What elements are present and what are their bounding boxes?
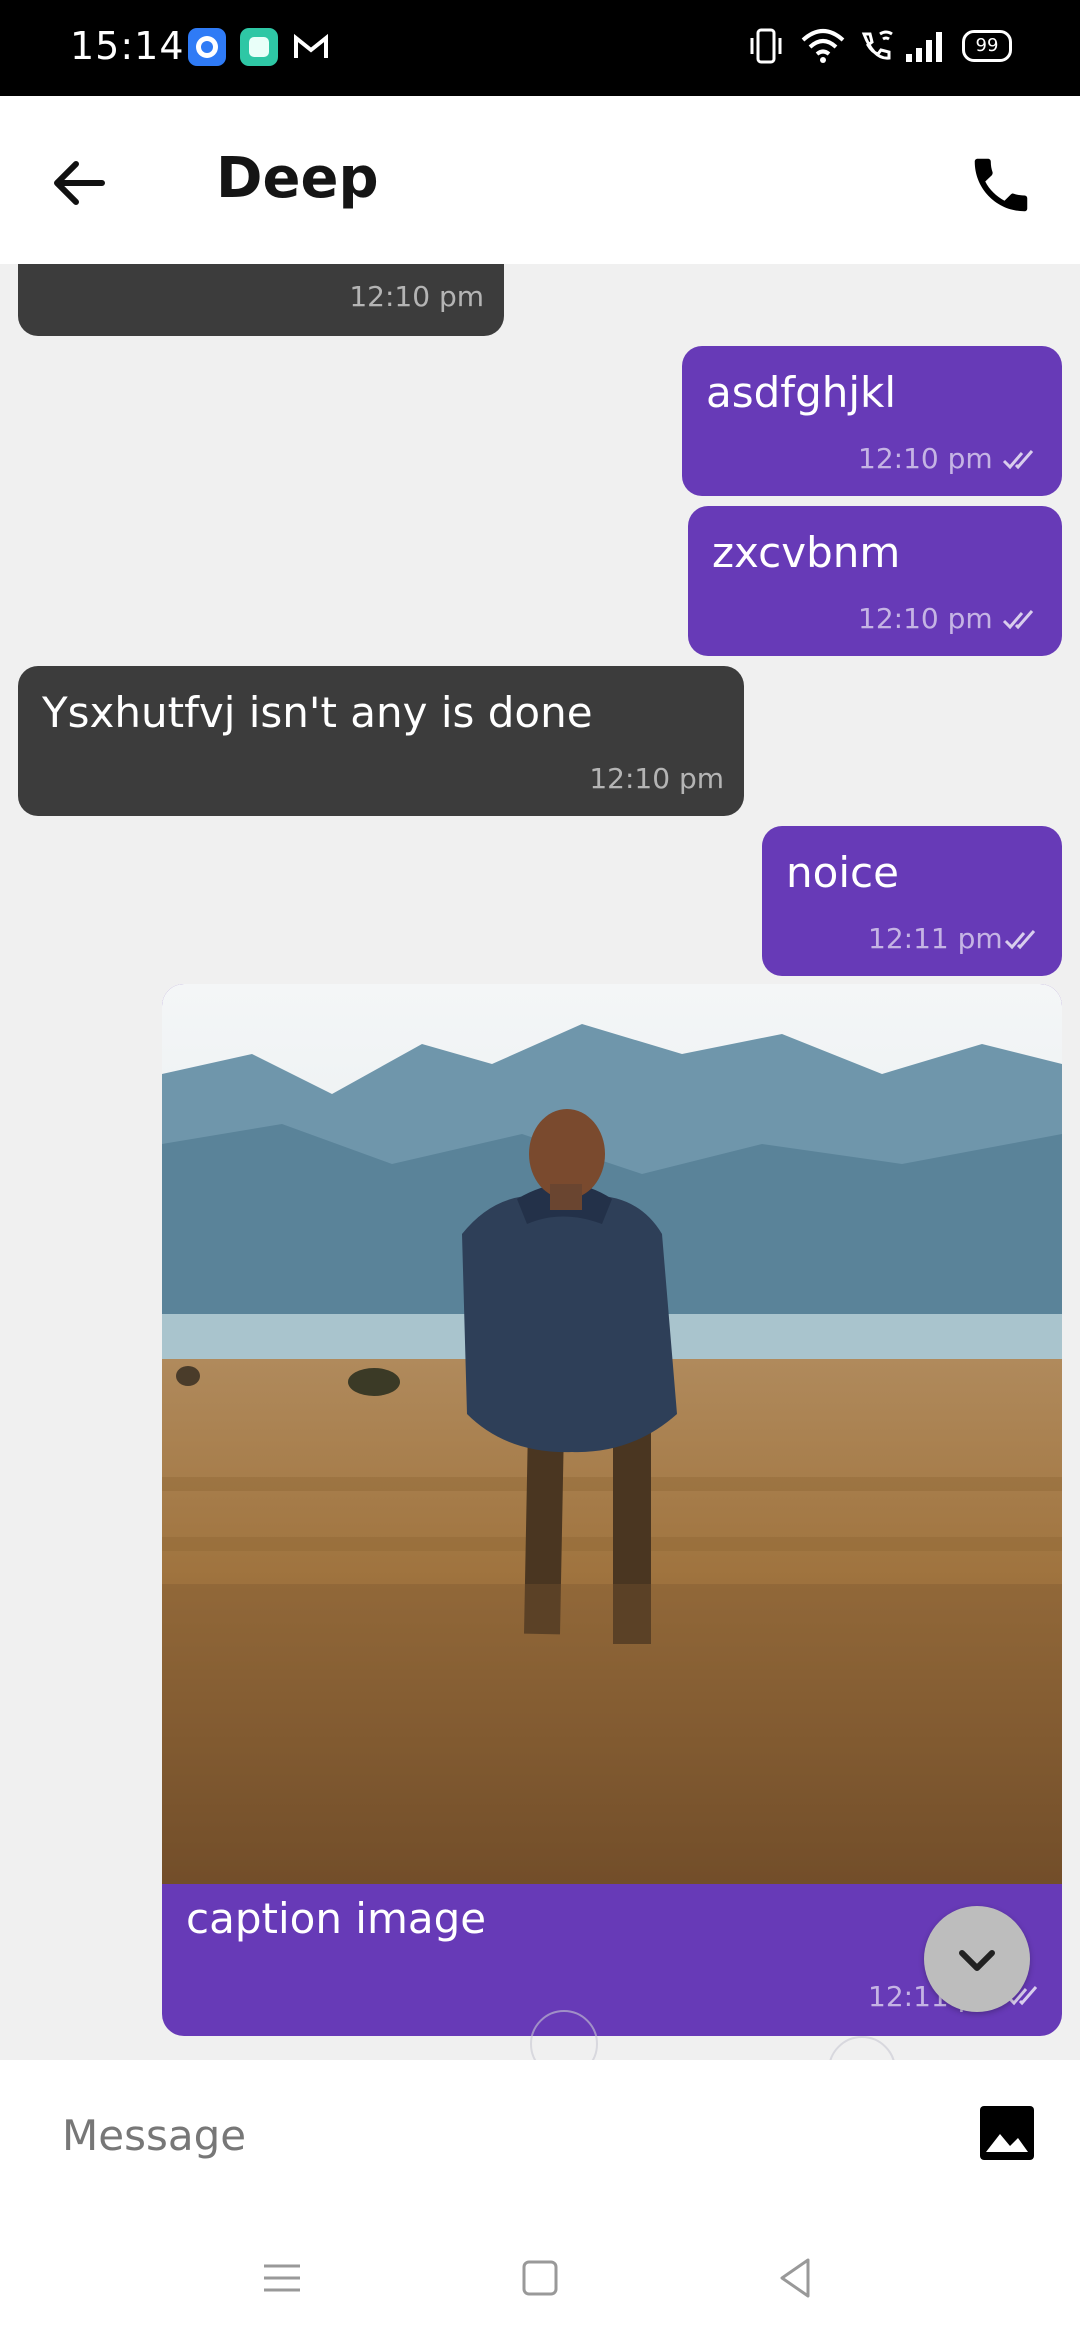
message-time: 12:10 pm [858,602,993,635]
message-time: 12:10 pm [589,762,724,795]
call-button[interactable] [966,150,1036,220]
status-bar: 15:14 99 [0,0,1080,96]
battery-icon: 99 [962,30,1012,62]
message-bubble-incoming[interactable]: 12:10 pm [18,264,504,336]
double-check-icon [1004,930,1036,950]
home-icon[interactable] [516,2254,564,2302]
back-triangle-icon[interactable] [772,2254,820,2302]
gmail-icon [292,28,330,66]
chevron-down-icon [959,1950,995,1971]
arrow-back-icon [54,161,105,205]
message-bubble-outgoing[interactable]: zxcvbnm 12:10 pm [688,506,1062,656]
back-button[interactable] [44,148,114,218]
scroll-to-bottom-button[interactable] [924,1906,1030,2012]
image-caption: caption image [186,1894,487,1943]
message-photo[interactable] [162,984,1062,1884]
message-input[interactable] [60,2104,864,2166]
message-composer [0,2060,1080,2210]
signal-icon [904,26,944,70]
wifi-icon [800,26,846,70]
chat-header: Deep [0,96,1080,264]
message-time: 12:11 pm [868,922,1003,955]
message-text: Ysxhutfvj isn't any is done [42,688,593,737]
message-text: zxcvbnm [712,528,901,577]
image-icon [980,2106,1034,2160]
vibrate-icon [748,26,784,70]
contact-name: Deep [216,146,379,211]
double-check-icon [1002,610,1034,630]
phone-icon [974,158,1028,212]
status-time: 15:14 [70,24,185,68]
message-text: noice [786,848,899,897]
wifi-call-icon [856,26,896,70]
message-time: 12:10 pm [349,280,484,313]
message-bubble-incoming[interactable]: Ysxhutfvj isn't any is done 12:10 pm [18,666,744,816]
system-nav-bar [0,2210,1080,2340]
message-bubble-outgoing[interactable]: asdfghjkl 12:10 pm [682,346,1062,496]
message-bubble-outgoing[interactable]: noice 12:11 pm [762,826,1062,976]
gallery-app-icon [240,28,278,66]
message-time: 12:10 pm [858,442,993,475]
double-check-icon [1002,450,1034,470]
browser-app-icon [188,28,226,66]
menu-icon[interactable] [258,2254,306,2302]
attach-image-button[interactable] [978,2104,1036,2162]
message-list[interactable]: 12:10 pm asdfghjkl 12:10 pm zxcvbnm 12:1… [0,264,1080,2060]
message-text: asdfghjkl [706,368,897,417]
image-message-bubble[interactable]: caption image 12:11 pm [162,984,1062,2036]
